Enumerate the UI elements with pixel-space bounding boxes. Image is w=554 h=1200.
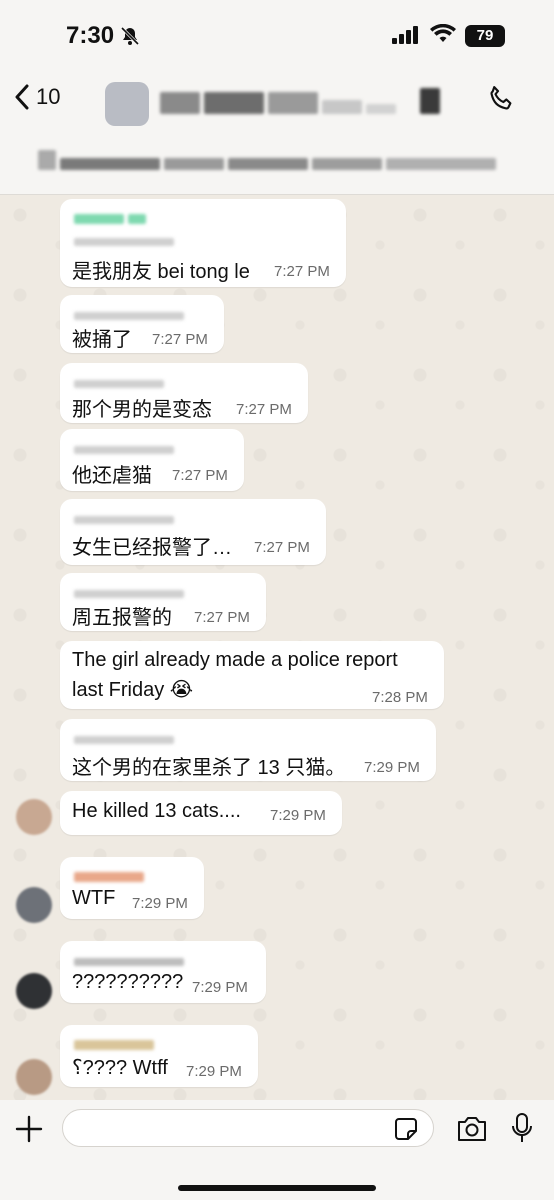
message-text: ⸮???? Wtff <box>72 1057 168 1079</box>
bell-slash-icon <box>120 26 140 51</box>
message-text-line2: last Friday 😭 <box>72 679 194 701</box>
message-bubble[interactable]: ⸮???? Wtff 7:29 PM <box>60 1025 258 1087</box>
message-text: 这个男的在家里杀了 13 只猫。 <box>72 757 346 779</box>
avatar[interactable] <box>16 973 52 1009</box>
message-text: 周五报警的 <box>72 607 172 629</box>
back-button[interactable]: 10 <box>14 84 60 110</box>
message-bubble[interactable]: The girl already made a police report la… <box>60 641 444 709</box>
unread-count: 10 <box>36 84 61 109</box>
message-bubble[interactable]: WTF 7:29 PM <box>60 857 204 919</box>
message-text: 女生已经报警了… <box>72 537 232 559</box>
sender-name-blurred <box>74 441 178 454</box>
home-indicator <box>178 1185 376 1191</box>
battery-indicator: 79 <box>465 25 505 47</box>
message-time: 7:27 PM <box>172 467 228 484</box>
chevron-left-icon <box>15 84 29 110</box>
sender-name-blurred <box>74 869 148 882</box>
message-time: 7:27 PM <box>194 609 250 626</box>
message-time: 7:27 PM <box>274 263 330 280</box>
sender-name-blurred <box>74 375 168 388</box>
composer-bar <box>0 1100 554 1200</box>
chat-header: 10 <box>0 70 554 195</box>
message-bubble[interactable]: 被捅了 7:27 PM <box>60 295 224 353</box>
message-time: 7:29 PM <box>192 979 248 996</box>
microphone-icon[interactable] <box>510 1112 534 1149</box>
avatar[interactable] <box>16 1059 52 1095</box>
chat-title-blurred[interactable] <box>160 88 460 118</box>
message-bubble[interactable]: 女生已经报警了… 7:27 PM <box>60 499 326 565</box>
sender-name-blurred <box>74 953 188 966</box>
status-time: 7:30 <box>66 22 115 49</box>
message-bubble[interactable]: ?????????? 7:29 PM <box>60 941 266 1003</box>
message-time: 7:29 PM <box>364 759 420 776</box>
plus-icon[interactable] <box>14 1114 44 1149</box>
message-time: 7:27 PM <box>254 539 310 556</box>
message-bubble[interactable]: 他还虐猫 7:27 PM <box>60 429 244 491</box>
sticker-icon[interactable] <box>394 1117 418 1146</box>
message-text: 是我朋友 bei tong le <box>72 261 250 283</box>
message-time: 7:28 PM <box>372 689 428 706</box>
message-text: 那个男的是变态 <box>72 399 212 421</box>
message-bubble[interactable]: He killed 13 cats.... 7:29 PM <box>60 791 342 835</box>
message-time: 7:29 PM <box>186 1063 242 1080</box>
message-text: WTF <box>72 887 116 909</box>
signal-icon <box>392 26 420 49</box>
message-text: 被捅了 <box>72 329 132 351</box>
message-time: 7:29 PM <box>132 895 188 912</box>
message-text: He killed 13 cats.... <box>72 800 241 822</box>
message-text: The girl already made a police report <box>72 649 398 671</box>
chat-subtitle-blurred <box>38 150 518 172</box>
message-bubble[interactable]: 周五报警的 7:27 PM <box>60 573 266 631</box>
message-time: 7:27 PM <box>152 331 208 348</box>
avatar[interactable] <box>16 887 52 923</box>
camera-icon[interactable] <box>456 1115 488 1148</box>
message-time: 7:29 PM <box>270 807 326 824</box>
group-avatar[interactable] <box>105 82 149 126</box>
message-text: ?????????? <box>72 971 184 993</box>
message-bubble[interactable]: 这个男的在家里杀了 13 只猫。 7:29 PM <box>60 719 436 781</box>
sender-name-blurred <box>74 1037 158 1050</box>
status-bar: 7:30 79 <box>0 0 554 70</box>
sender-name-blurred <box>74 211 150 224</box>
sender-phone-blurred <box>74 233 178 246</box>
message-bubble[interactable]: 那个男的是变态 7:27 PM <box>60 363 308 423</box>
message-input[interactable] <box>62 1109 434 1147</box>
sender-name-blurred <box>74 307 188 320</box>
message-text: 他还虐猫 <box>72 465 152 487</box>
message-bubble[interactable]: 是我朋友 bei tong le 7:27 PM <box>60 199 346 287</box>
message-time: 7:27 PM <box>236 401 292 418</box>
avatar[interactable] <box>16 799 52 835</box>
sender-name-blurred <box>74 585 188 598</box>
chat-area[interactable]: 是我朋友 bei tong le 7:27 PM 被捅了 7:27 PM 那个男… <box>0 195 554 1100</box>
sender-name-blurred <box>74 731 178 744</box>
wifi-icon <box>430 23 456 49</box>
sender-name-blurred <box>74 511 178 524</box>
phone-icon[interactable] <box>486 84 516 119</box>
